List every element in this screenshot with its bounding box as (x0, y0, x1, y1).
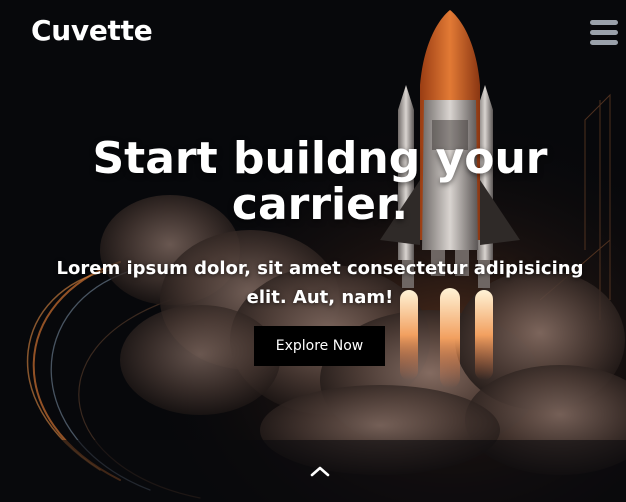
subtitle-line-1: Lorem ipsum dolor, sit amet consectetur … (56, 258, 584, 279)
explore-now-button[interactable]: Explore Now (254, 326, 385, 366)
hero-subtitle: Lorem ipsum dolor, sit amet consectetur … (40, 254, 600, 312)
hero-section: Cuvette Start buildng your carrier. Lore… (0, 0, 626, 502)
hero-headline: Start buildng your carrier. (70, 133, 570, 231)
brand-logo[interactable]: Cuvette (31, 14, 153, 47)
headline-line-1: Start buildng your (92, 133, 548, 184)
menu-bar (590, 20, 618, 25)
headline-line-2: carrier. (231, 179, 409, 231)
rocket-launch-background (0, 0, 626, 502)
chevron-up-icon[interactable] (307, 462, 333, 480)
subtitle-line-2: elit. Aut, nam! (246, 287, 394, 308)
menu-bar (590, 30, 618, 35)
navbar: Cuvette (0, 0, 626, 66)
hamburger-menu-icon[interactable] (590, 20, 618, 46)
menu-bar (590, 40, 618, 45)
